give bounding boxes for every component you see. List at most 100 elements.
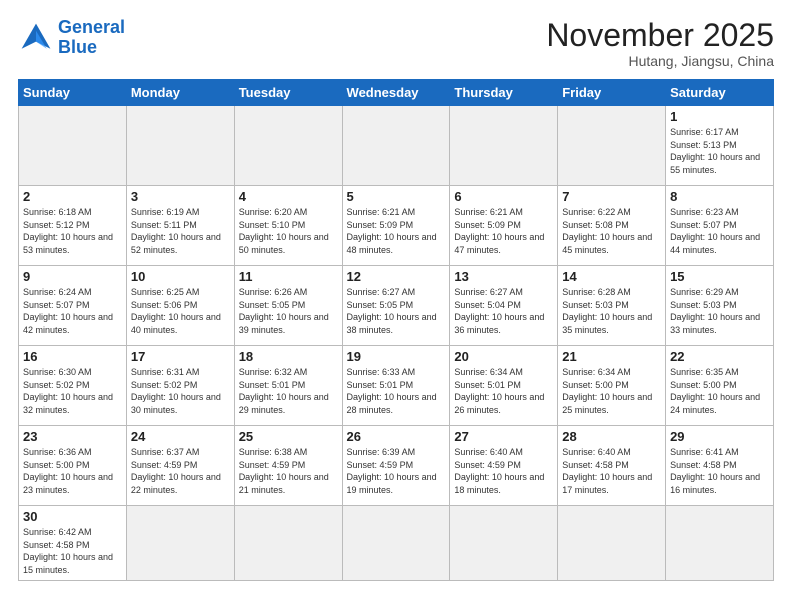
calendar-cell	[558, 506, 666, 580]
calendar-cell: 23Sunrise: 6:36 AM Sunset: 5:00 PM Dayli…	[19, 426, 127, 506]
month-title: November 2025	[546, 18, 774, 53]
day-info: Sunrise: 6:37 AM Sunset: 4:59 PM Dayligh…	[131, 446, 230, 496]
weekday-header-saturday: Saturday	[666, 80, 774, 106]
day-info: Sunrise: 6:30 AM Sunset: 5:02 PM Dayligh…	[23, 366, 122, 416]
day-info: Sunrise: 6:26 AM Sunset: 5:05 PM Dayligh…	[239, 286, 338, 336]
logo-general: General	[58, 17, 125, 37]
day-number: 29	[670, 429, 769, 444]
day-number: 8	[670, 189, 769, 204]
calendar-cell: 18Sunrise: 6:32 AM Sunset: 5:01 PM Dayli…	[234, 346, 342, 426]
title-block: November 2025 Hutang, Jiangsu, China	[546, 18, 774, 69]
day-number: 3	[131, 189, 230, 204]
day-number: 12	[347, 269, 446, 284]
day-info: Sunrise: 6:22 AM Sunset: 5:08 PM Dayligh…	[562, 206, 661, 256]
day-info: Sunrise: 6:34 AM Sunset: 5:01 PM Dayligh…	[454, 366, 553, 416]
calendar-cell	[342, 506, 450, 580]
calendar-cell: 2Sunrise: 6:18 AM Sunset: 5:12 PM Daylig…	[19, 186, 127, 266]
day-number: 20	[454, 349, 553, 364]
header: General Blue November 2025 Hutang, Jiang…	[18, 18, 774, 69]
calendar-week-4: 16 Sunrise: 6:30 AM Sunset: 5:02 PM Dayli…	[19, 346, 774, 426]
day-number: 11	[239, 269, 338, 284]
day-number: 2	[23, 189, 122, 204]
calendar-week-3: 9Sunrise: 6:24 AM Sunset: 5:07 PM Daylig…	[19, 266, 774, 346]
calendar-week-2: 2Sunrise: 6:18 AM Sunset: 5:12 PM Daylig…	[19, 186, 774, 266]
weekday-header-wednesday: Wednesday	[342, 80, 450, 106]
calendar-cell	[342, 106, 450, 186]
calendar-cell	[666, 506, 774, 580]
calendar-cell	[450, 506, 558, 580]
calendar-cell: 9Sunrise: 6:24 AM Sunset: 5:07 PM Daylig…	[19, 266, 127, 346]
calendar-cell: 15 Sunrise: 6:29 AM Sunset: 5:03 PM Dayli…	[666, 266, 774, 346]
calendar-cell: 27 Sunrise: 6:40 AM Sunset: 4:59 PM Dayli…	[450, 426, 558, 506]
calendar-week-1: 1Sunrise: 6:17 AM Sunset: 5:13 PM Daylig…	[19, 106, 774, 186]
day-number: 15	[670, 269, 769, 284]
calendar-cell: 12Sunrise: 6:27 AM Sunset: 5:05 PM Dayli…	[342, 266, 450, 346]
calendar-week-6: 30Sunrise: 6:42 AM Sunset: 4:58 PM Dayli…	[19, 506, 774, 580]
day-number: 10	[131, 269, 230, 284]
calendar-cell: 4 Sunrise: 6:20 AM Sunset: 5:10 PM Daylig…	[234, 186, 342, 266]
calendar-cell: 20 Sunrise: 6:34 AM Sunset: 5:01 PM Dayli…	[450, 346, 558, 426]
day-info: Sunrise: 6:28 AM Sunset: 5:03 PM Dayligh…	[562, 286, 661, 336]
calendar-cell: 10 Sunrise: 6:25 AM Sunset: 5:06 PM Dayli…	[126, 266, 234, 346]
calendar-cell: 19 Sunrise: 6:33 AM Sunset: 5:01 PM Dayli…	[342, 346, 450, 426]
day-info: Sunrise: 6:40 AM Sunset: 4:59 PM Dayligh…	[454, 446, 553, 496]
logo: General Blue	[18, 18, 125, 58]
calendar: SundayMondayTuesdayWednesdayThursdayFrid…	[18, 79, 774, 580]
calendar-cell: 30Sunrise: 6:42 AM Sunset: 4:58 PM Dayli…	[19, 506, 127, 580]
calendar-cell: 1Sunrise: 6:17 AM Sunset: 5:13 PM Daylig…	[666, 106, 774, 186]
day-number: 28	[562, 429, 661, 444]
day-info: Sunrise: 6:21 AM Sunset: 5:09 PM Dayligh…	[347, 206, 446, 256]
calendar-cell: 13Sunrise: 6:27 AM Sunset: 5:04 PM Dayli…	[450, 266, 558, 346]
weekday-header-monday: Monday	[126, 80, 234, 106]
calendar-cell	[234, 506, 342, 580]
calendar-cell: 25Sunrise: 6:38 AM Sunset: 4:59 PM Dayli…	[234, 426, 342, 506]
day-number: 16	[23, 349, 122, 364]
day-number: 30	[23, 509, 122, 524]
day-info: Sunrise: 6:21 AM Sunset: 5:09 PM Dayligh…	[454, 206, 553, 256]
calendar-cell: 28 Sunrise: 6:40 AM Sunset: 4:58 PM Dayli…	[558, 426, 666, 506]
day-info: Sunrise: 6:24 AM Sunset: 5:07 PM Dayligh…	[23, 286, 122, 336]
day-info: Sunrise: 6:33 AM Sunset: 5:01 PM Dayligh…	[347, 366, 446, 416]
calendar-cell	[19, 106, 127, 186]
calendar-header: SundayMondayTuesdayWednesdayThursdayFrid…	[19, 80, 774, 106]
day-number: 6	[454, 189, 553, 204]
calendar-cell: 7 Sunrise: 6:22 AM Sunset: 5:08 PM Daylig…	[558, 186, 666, 266]
day-info: Sunrise: 6:29 AM Sunset: 5:03 PM Dayligh…	[670, 286, 769, 336]
page: General Blue November 2025 Hutang, Jiang…	[0, 0, 792, 612]
day-number: 22	[670, 349, 769, 364]
day-info: Sunrise: 6:40 AM Sunset: 4:58 PM Dayligh…	[562, 446, 661, 496]
calendar-cell	[450, 106, 558, 186]
weekday-header-tuesday: Tuesday	[234, 80, 342, 106]
weekday-header-thursday: Thursday	[450, 80, 558, 106]
day-number: 19	[347, 349, 446, 364]
weekday-row: SundayMondayTuesdayWednesdayThursdayFrid…	[19, 80, 774, 106]
day-info: Sunrise: 6:34 AM Sunset: 5:00 PM Dayligh…	[562, 366, 661, 416]
day-info: Sunrise: 6:36 AM Sunset: 5:00 PM Dayligh…	[23, 446, 122, 496]
day-info: Sunrise: 6:27 AM Sunset: 5:04 PM Dayligh…	[454, 286, 553, 336]
day-info: Sunrise: 6:31 AM Sunset: 5:02 PM Dayligh…	[131, 366, 230, 416]
calendar-cell	[234, 106, 342, 186]
day-info: Sunrise: 6:17 AM Sunset: 5:13 PM Dayligh…	[670, 126, 769, 176]
calendar-body: 1Sunrise: 6:17 AM Sunset: 5:13 PM Daylig…	[19, 106, 774, 580]
calendar-cell: 26Sunrise: 6:39 AM Sunset: 4:59 PM Dayli…	[342, 426, 450, 506]
day-number: 21	[562, 349, 661, 364]
location: Hutang, Jiangsu, China	[546, 53, 774, 69]
day-number: 7	[562, 189, 661, 204]
calendar-cell: 6 Sunrise: 6:21 AM Sunset: 5:09 PM Daylig…	[450, 186, 558, 266]
calendar-cell: 17Sunrise: 6:31 AM Sunset: 5:02 PM Dayli…	[126, 346, 234, 426]
weekday-header-friday: Friday	[558, 80, 666, 106]
calendar-cell: 11 Sunrise: 6:26 AM Sunset: 5:05 PM Dayli…	[234, 266, 342, 346]
day-info: Sunrise: 6:25 AM Sunset: 5:06 PM Dayligh…	[131, 286, 230, 336]
day-number: 24	[131, 429, 230, 444]
calendar-cell	[126, 106, 234, 186]
day-number: 4	[239, 189, 338, 204]
calendar-cell: 21 Sunrise: 6:34 AM Sunset: 5:00 PM Dayli…	[558, 346, 666, 426]
logo-icon	[18, 20, 54, 56]
calendar-cell: 22Sunrise: 6:35 AM Sunset: 5:00 PM Dayli…	[666, 346, 774, 426]
day-number: 27	[454, 429, 553, 444]
day-info: Sunrise: 6:41 AM Sunset: 4:58 PM Dayligh…	[670, 446, 769, 496]
day-info: Sunrise: 6:20 AM Sunset: 5:10 PM Dayligh…	[239, 206, 338, 256]
day-info: Sunrise: 6:23 AM Sunset: 5:07 PM Dayligh…	[670, 206, 769, 256]
calendar-week-5: 23Sunrise: 6:36 AM Sunset: 5:00 PM Dayli…	[19, 426, 774, 506]
day-number: 26	[347, 429, 446, 444]
